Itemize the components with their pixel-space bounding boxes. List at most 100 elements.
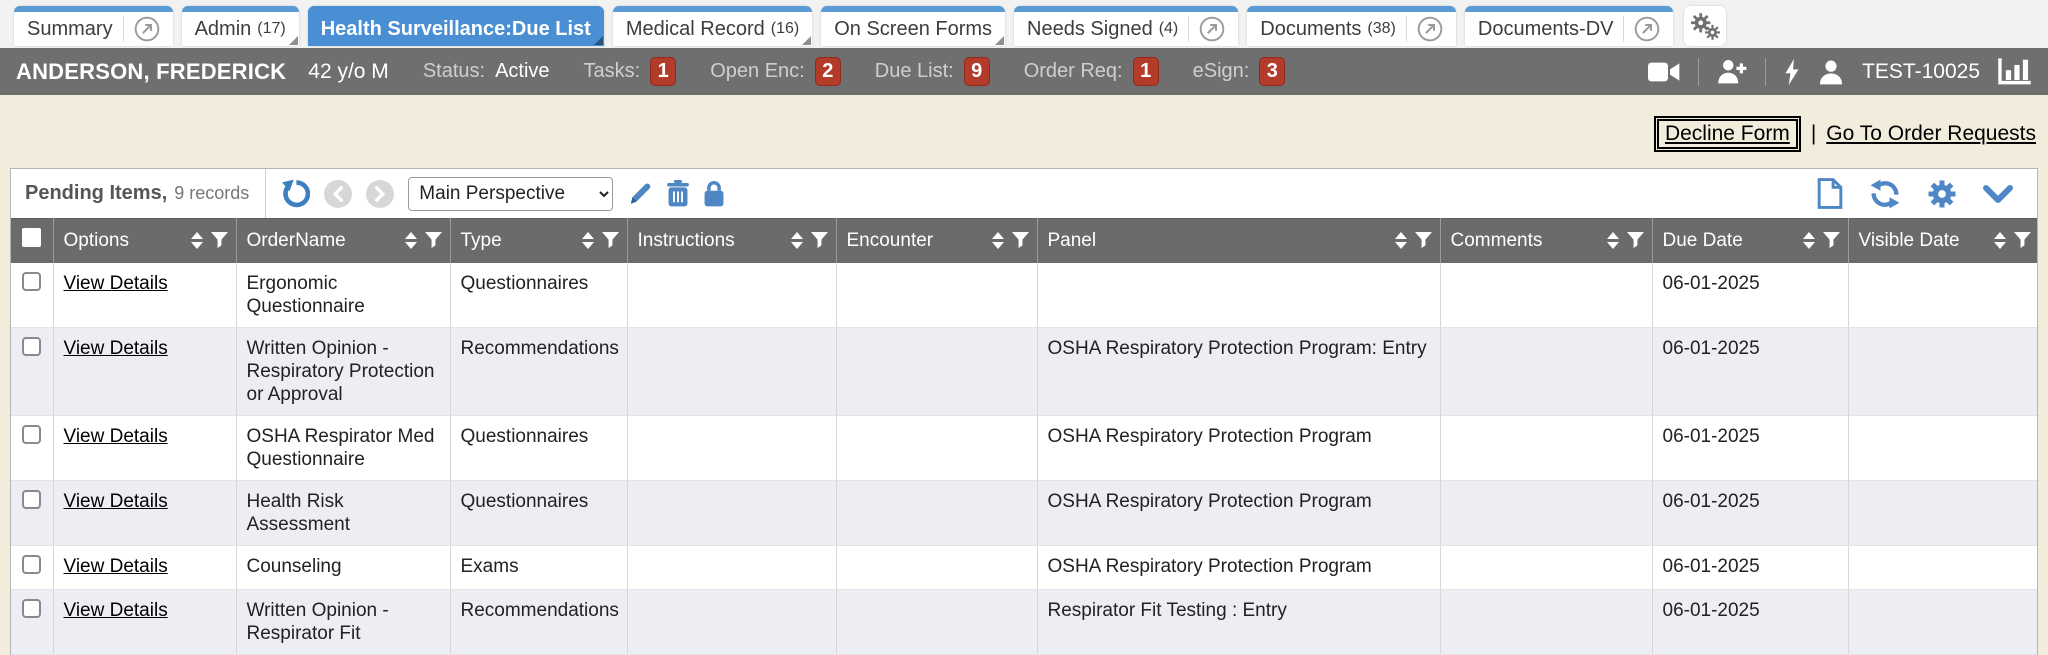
column-header-comments[interactable]: Comments (1440, 219, 1652, 263)
refresh-icon[interactable] (1869, 179, 1901, 209)
column-header-due-date[interactable]: Due Date (1652, 219, 1848, 263)
table-header-row: OptionsOrderNameTypeInstructionsEncounte… (11, 219, 2038, 263)
visible-date-cell (1848, 480, 2038, 545)
sort-icon[interactable] (1395, 232, 1407, 249)
view-details-link[interactable]: View Details (64, 491, 168, 512)
tab-dropdown-fold-icon[interactable] (995, 36, 1004, 45)
column-header-encounter[interactable]: Encounter (836, 219, 1037, 263)
pending-items-panel: Pending Items, 9 records Main Perspectiv… (10, 168, 2038, 655)
row-checkbox[interactable] (22, 425, 41, 444)
lightning-icon[interactable] (1784, 59, 1800, 85)
decline-form-link[interactable]: Decline Form (1665, 122, 1790, 145)
column-header-options[interactable]: Options (53, 219, 236, 263)
open-in-new-icon[interactable] (1199, 16, 1225, 42)
tab-dropdown-fold-icon[interactable] (289, 36, 298, 45)
bar-chart-icon[interactable] (1998, 58, 2032, 85)
view-details-link[interactable]: View Details (64, 338, 168, 359)
column-header-panel[interactable]: Panel (1037, 219, 1440, 263)
type-cell: Questionnaires (450, 415, 627, 480)
filter-funnel-icon[interactable] (1415, 232, 1432, 249)
tab-count: (16) (771, 20, 799, 38)
tab-summary[interactable]: Summary (14, 6, 173, 46)
go-to-order-requests-link[interactable]: Go To Order Requests (1826, 122, 2036, 146)
select-all-checkbox[interactable] (22, 228, 41, 247)
sort-icon[interactable] (992, 232, 1004, 249)
collapse-chevron-icon[interactable] (1983, 185, 2013, 203)
person-icon[interactable] (1818, 59, 1844, 85)
stat-count-badge[interactable]: 2 (815, 57, 841, 86)
lock-icon[interactable] (703, 180, 725, 207)
filter-funnel-icon[interactable] (602, 232, 619, 249)
row-checkbox[interactable] (22, 555, 41, 574)
stat-count-badge[interactable]: 3 (1259, 57, 1285, 86)
new-document-icon[interactable] (1817, 178, 1843, 209)
sort-icon[interactable] (1607, 232, 1619, 249)
perspective-select[interactable]: Main Perspective (408, 177, 613, 211)
comments-cell (1440, 545, 1652, 589)
tab-settings-gears-icon[interactable] (1684, 6, 1726, 46)
tab-needs-signed[interactable]: Needs Signed(4) (1014, 6, 1238, 46)
row-checkbox[interactable] (22, 337, 41, 356)
column-header-instructions[interactable]: Instructions (627, 219, 836, 263)
filter-funnel-icon[interactable] (1823, 232, 1840, 249)
sort-icon[interactable] (791, 232, 803, 249)
open-in-new-icon[interactable] (1634, 16, 1660, 42)
table-row: View DetailsHealth Risk AssessmentQuesti… (11, 480, 2038, 545)
tab-documents-dv[interactable]: Documents-DV (1465, 6, 1674, 46)
tab-health-surveillance-due-list[interactable]: Health Surveillance:Due List (308, 6, 604, 46)
stat-count-badge[interactable]: 9 (964, 57, 990, 86)
checkbox-cell (11, 545, 53, 589)
tab-on-screen-forms[interactable]: On Screen Forms (821, 6, 1005, 46)
prev-page-icon[interactable] (324, 180, 352, 208)
tab-documents[interactable]: Documents(38) (1247, 6, 1456, 46)
stat-count-badge[interactable]: 1 (1133, 57, 1159, 86)
tab-admin[interactable]: Admin(17) (182, 6, 299, 46)
filter-funnel-icon[interactable] (425, 232, 442, 249)
visible-date-cell (1848, 415, 2038, 480)
options-cell: View Details (53, 545, 236, 589)
undo-icon[interactable] (280, 179, 310, 209)
row-checkbox[interactable] (22, 599, 41, 618)
view-details-link[interactable]: View Details (64, 273, 168, 294)
tab-dropdown-fold-icon[interactable] (802, 36, 811, 45)
instructions-cell (627, 589, 836, 654)
row-checkbox[interactable] (22, 490, 41, 509)
tab-medical-record[interactable]: Medical Record (16) (613, 6, 812, 46)
sort-icon[interactable] (405, 232, 417, 249)
next-page-icon[interactable] (366, 180, 394, 208)
delete-trash-icon[interactable] (667, 180, 689, 207)
filter-funnel-icon[interactable] (811, 232, 828, 249)
filter-funnel-icon[interactable] (1627, 232, 1644, 249)
sort-icon[interactable] (1803, 232, 1815, 249)
tab-label: Medical Record (626, 18, 765, 41)
panel-cell: Respirator Fit Testing : Entry (1037, 589, 1440, 654)
options-cell: View Details (53, 589, 236, 654)
add-person-icon[interactable] (1717, 59, 1747, 84)
edit-pencil-icon[interactable] (627, 181, 653, 207)
column-header-type[interactable]: Type (450, 219, 627, 263)
filter-funnel-icon[interactable] (2014, 232, 2031, 249)
tab-bar: SummaryAdmin(17)Health Surveillance:Due … (0, 0, 2048, 48)
stat-count-badge[interactable]: 1 (650, 57, 676, 86)
view-details-link[interactable]: View Details (64, 556, 168, 577)
row-checkbox[interactable] (22, 272, 41, 291)
view-details-link[interactable]: View Details (64, 600, 168, 621)
sort-icon[interactable] (191, 232, 203, 249)
open-in-new-icon[interactable] (1417, 16, 1443, 42)
filter-funnel-icon[interactable] (1012, 232, 1029, 249)
tab-dropdown-fold-icon[interactable] (594, 36, 603, 45)
view-details-link[interactable]: View Details (64, 426, 168, 447)
divider (1623, 16, 1624, 42)
column-header-ordername[interactable]: OrderName (236, 219, 450, 263)
select-all-header[interactable] (11, 219, 53, 263)
column-header-visible-date[interactable]: Visible Date (1848, 219, 2038, 263)
video-camera-icon[interactable] (1648, 61, 1680, 83)
encounter-cell (836, 327, 1037, 415)
open-in-new-icon[interactable] (134, 16, 160, 42)
stat-label: eSign: (1193, 60, 1250, 83)
due-date-cell: 06-01-2025 (1652, 589, 1848, 654)
filter-funnel-icon[interactable] (211, 232, 228, 249)
sort-icon[interactable] (582, 232, 594, 249)
sort-icon[interactable] (1994, 232, 2006, 249)
settings-gear-icon[interactable] (1927, 179, 1957, 209)
